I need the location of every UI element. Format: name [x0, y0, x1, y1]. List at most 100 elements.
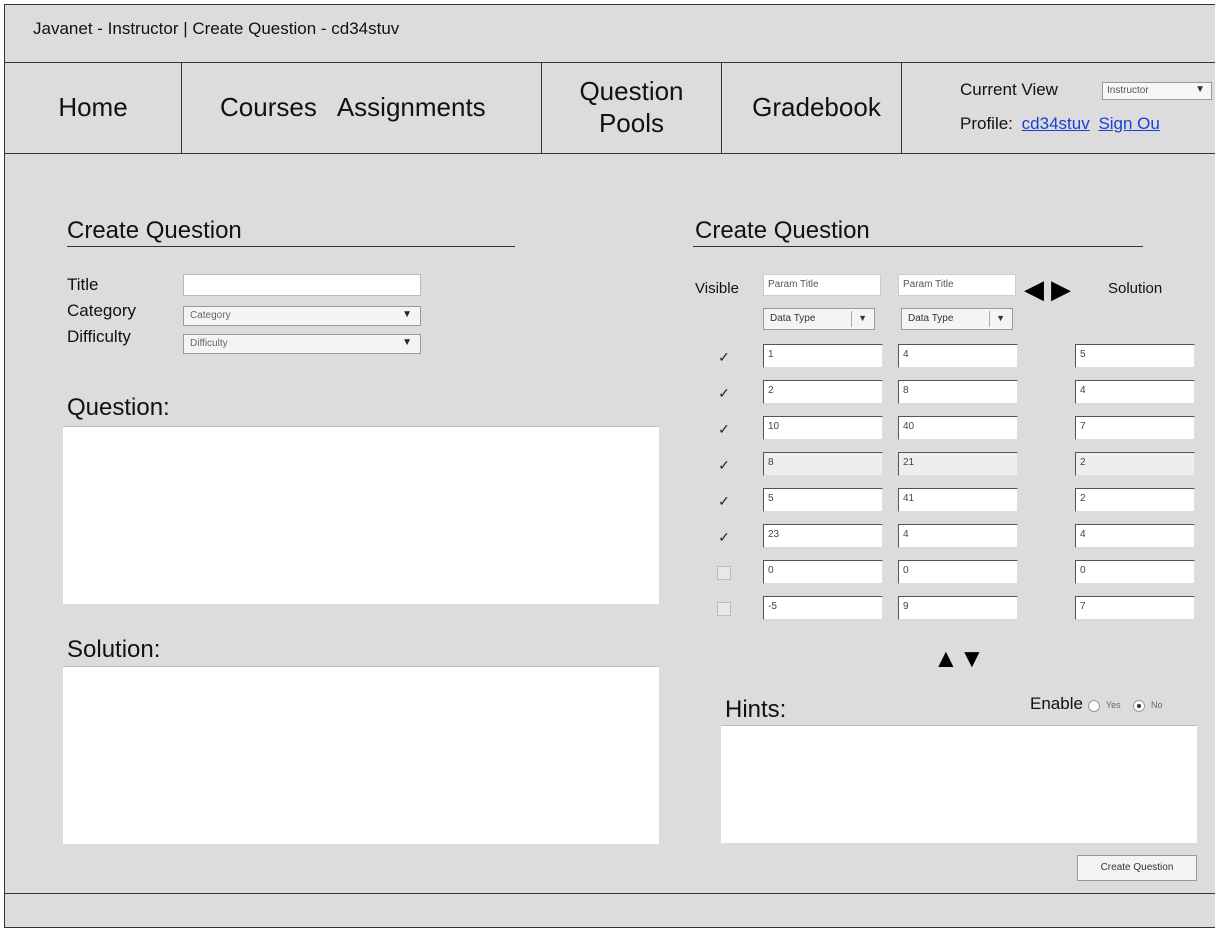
view-profile-area: Current View Instructor ▼ Profile: cd34s… — [960, 80, 1212, 133]
difficulty-label: Difficulty — [67, 327, 131, 346]
param1-datatype-value: Data Type — [770, 313, 816, 324]
solution-textarea[interactable] — [63, 666, 659, 844]
select-divider — [989, 311, 990, 327]
create-question-button[interactable]: Create Question — [1077, 855, 1197, 881]
nav-gradebook-label: Gradebook — [752, 91, 881, 122]
footer-bar — [5, 893, 1215, 927]
visible-checkbox-checked[interactable]: ✓ — [717, 494, 731, 508]
profile-label: Profile: — [960, 114, 1013, 133]
chevron-down-icon: ▼ — [402, 309, 412, 320]
solution-column-label: Solution — [1108, 280, 1163, 297]
nav-courses[interactable]: Courses — [220, 92, 317, 123]
param1-value-input[interactable]: 10 — [763, 416, 883, 440]
param1-value-input[interactable]: 2 — [763, 380, 883, 404]
right-section-rule — [693, 246, 1143, 247]
param2-value-input[interactable]: 4 — [898, 524, 1018, 548]
enable-no-radio[interactable] — [1133, 700, 1145, 712]
visible-checkbox-checked[interactable]: ✓ — [717, 386, 731, 400]
nav-home-label: Home — [58, 91, 128, 122]
arrow-down-icon[interactable]: ▼ — [959, 645, 985, 671]
current-view-value: Instructor — [1107, 85, 1149, 96]
current-view-select[interactable]: Instructor ▼ — [1102, 82, 1212, 100]
main-content: Create Question Title Category Category … — [5, 154, 1215, 894]
nav-courses-assignments: Courses Assignments — [182, 62, 542, 153]
visible-checkbox-checked[interactable]: ✓ — [717, 422, 731, 436]
sign-out-link[interactable]: Sign Ou — [1098, 114, 1159, 133]
solution-value-input[interactable]: 7 — [1075, 596, 1195, 620]
enable-label: Enable — [1030, 694, 1083, 713]
category-label: Category — [67, 301, 136, 320]
profile-line: Profile: cd34stuv Sign Ou — [960, 114, 1160, 134]
solution-value-input[interactable]: 0 — [1075, 560, 1195, 584]
chevron-down-icon: ▼ — [858, 313, 867, 323]
solution-value-input[interactable]: 5 — [1075, 344, 1195, 368]
window-title: Javanet - Instructor | Create Question -… — [33, 19, 400, 38]
arrow-right-icon[interactable]: ▶ — [1051, 276, 1071, 302]
nav-assignments[interactable]: Assignments — [337, 92, 486, 123]
param2-datatype-value: Data Type — [908, 313, 954, 324]
left-section-title: Create Question — [67, 217, 242, 244]
main-nav: Home Courses Assignments Question Pools … — [5, 62, 1215, 154]
nav-question-pools-line1: Question — [579, 76, 684, 107]
solution-value-input[interactable]: 2 — [1075, 488, 1195, 512]
param1-value-input[interactable]: 8 — [763, 452, 883, 476]
visible-checkbox-checked[interactable]: ✓ — [717, 350, 731, 364]
enable-yes-label: Yes — [1106, 700, 1121, 710]
app-window: Javanet - Instructor | Create Question -… — [4, 4, 1215, 928]
chevron-down-icon: ▼ — [996, 313, 1005, 323]
category-select[interactable]: Category ▼ — [183, 306, 421, 326]
title-input[interactable] — [183, 274, 421, 296]
param1-value-input[interactable]: 5 — [763, 488, 883, 512]
param1-value-input[interactable]: 1 — [763, 344, 883, 368]
enable-yes-radio[interactable] — [1088, 700, 1100, 712]
right-section-title: Create Question — [695, 217, 870, 244]
left-section-rule — [67, 246, 515, 247]
param2-value-input[interactable]: 4 — [898, 344, 1018, 368]
hints-textarea[interactable] — [721, 725, 1197, 843]
difficulty-select[interactable]: Difficulty ▼ — [183, 334, 421, 354]
enable-no-label: No — [1151, 700, 1163, 710]
param2-value-input[interactable]: 8 — [898, 380, 1018, 404]
difficulty-value: Difficulty — [190, 338, 228, 349]
param2-value-input[interactable]: 0 — [898, 560, 1018, 584]
param1-value-input[interactable]: 23 — [763, 524, 883, 548]
param2-value-input[interactable]: 9 — [898, 596, 1018, 620]
nav-question-pools-line2: Pools — [598, 107, 665, 138]
hints-label: Hints: — [725, 696, 787, 723]
param1-datatype-select[interactable]: Data Type ▼ — [763, 308, 875, 330]
nav-question-pools[interactable]: Question Pools — [542, 62, 722, 153]
title-label: Title — [67, 275, 99, 294]
param1-value-input[interactable]: 0 — [763, 560, 883, 584]
current-view-label: Current View — [960, 80, 1058, 99]
solution-value-input[interactable]: 2 — [1075, 452, 1195, 476]
question-textarea[interactable] — [63, 426, 659, 604]
visible-checkbox[interactable] — [717, 566, 731, 580]
nav-gradebook[interactable]: Gradebook — [722, 62, 902, 153]
arrow-up-icon[interactable]: ▲ — [933, 645, 959, 671]
nav-question-pools-label: Question Pools — [579, 76, 683, 138]
question-label: Question: — [67, 394, 170, 421]
profile-user-link[interactable]: cd34stuv — [1022, 114, 1090, 133]
param1-title-input[interactable]: Param Title — [763, 274, 881, 296]
arrow-left-icon[interactable]: ◀ — [1024, 276, 1044, 302]
solution-value-input[interactable]: 7 — [1075, 416, 1195, 440]
category-value: Category — [190, 310, 231, 321]
title-bar: Javanet - Instructor | Create Question -… — [5, 5, 1215, 63]
visible-checkbox-checked[interactable]: ✓ — [717, 530, 731, 544]
param2-value-input[interactable]: 21 — [898, 452, 1018, 476]
visible-label: Visible — [695, 280, 739, 297]
solution-label: Solution: — [67, 636, 161, 663]
solution-value-input[interactable]: 4 — [1075, 524, 1195, 548]
param2-value-input[interactable]: 41 — [898, 488, 1018, 512]
chevron-down-icon: ▼ — [402, 337, 412, 348]
param2-value-input[interactable]: 40 — [898, 416, 1018, 440]
visible-checkbox[interactable] — [717, 602, 731, 616]
visible-checkbox-checked[interactable]: ✓ — [717, 458, 731, 472]
param2-title-input[interactable]: Param Title — [898, 274, 1016, 296]
select-divider — [851, 311, 852, 327]
param2-datatype-select[interactable]: Data Type ▼ — [901, 308, 1013, 330]
solution-value-input[interactable]: 4 — [1075, 380, 1195, 404]
chevron-down-icon: ▼ — [1195, 84, 1205, 95]
nav-home[interactable]: Home — [5, 62, 182, 153]
param1-value-input[interactable]: -5 — [763, 596, 883, 620]
